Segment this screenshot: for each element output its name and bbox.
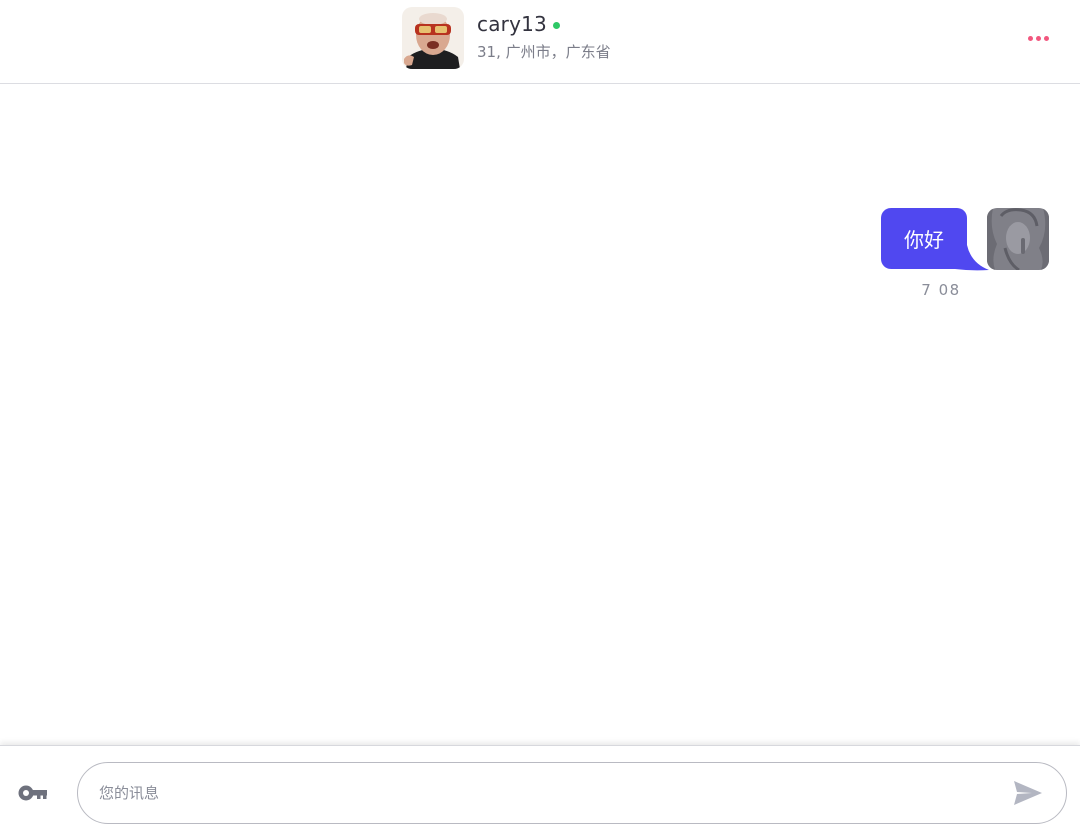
message-text: 你好 [904,228,944,252]
message-input[interactable] [77,762,1067,824]
self-avatar-image [987,208,1049,270]
more-dot-icon [1043,35,1049,41]
send-icon[interactable] [1012,779,1044,807]
contact-location: 31, 广州市，广东省 [477,43,611,61]
composer-bar [0,745,1080,831]
more-dot-icon [1027,35,1033,41]
message-bubble[interactable]: 你好 [881,208,967,269]
contact-name[interactable]: cary13 [477,12,547,36]
online-status-dot [552,21,560,29]
contact-avatar-image [402,7,464,69]
key-icon[interactable] [17,782,49,804]
more-options-button[interactable] [1020,26,1056,50]
message-list[interactable]: 你好 7 08 [0,85,1080,745]
message-timestamp: 7 08 [921,281,961,299]
more-dot-icon [1035,35,1041,41]
chat-header: cary13 31, 广州市，广东省 [0,0,1080,84]
contact-avatar[interactable] [402,7,464,69]
self-avatar[interactable] [987,208,1049,270]
contact-name-row: cary13 [477,11,560,37]
